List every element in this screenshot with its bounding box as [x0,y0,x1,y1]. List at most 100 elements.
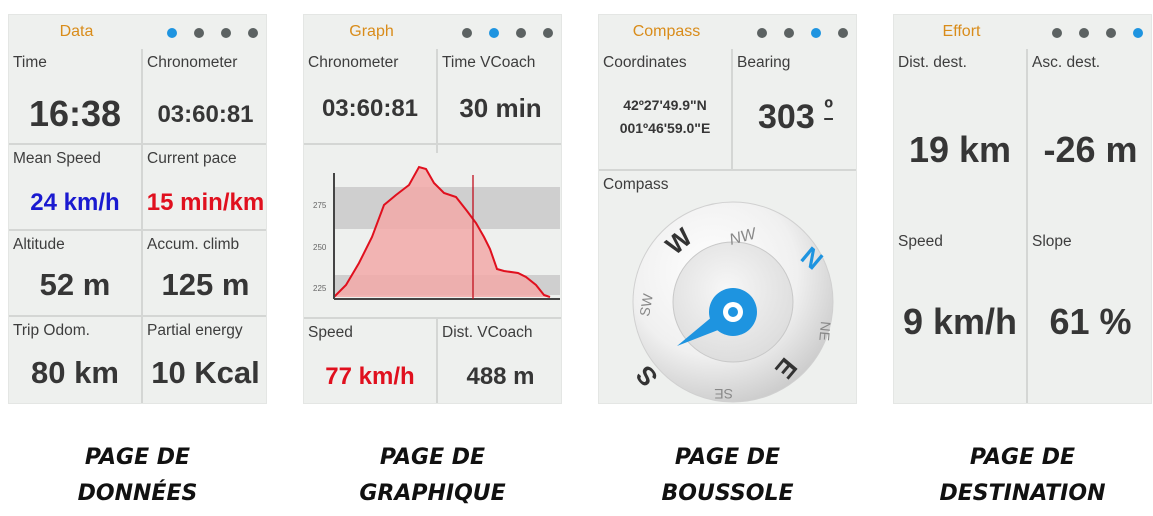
field-label: Current pace [147,150,237,167]
field-label: Speed [898,233,943,250]
field-label: Partial energy [147,322,243,339]
southeast-label: SE [714,386,733,402]
page-indicator [462,28,553,38]
graph-page-screen: Graph Chronometer 03:60:81 Time VCoach 3… [303,14,562,404]
page-title: Data [59,23,94,40]
page-dot-4[interactable] [838,28,848,38]
altitude-field: Altitude 52 m [9,229,141,317]
field-value: 16:38 [28,93,122,134]
caption-data-page: PAGE DE DONNÉES [8,440,267,512]
page-title: Effort [942,23,981,40]
field-value: 80 km [31,355,119,390]
page-title: Compass [632,23,701,40]
degree-symbol: º [824,95,833,122]
page-dot-2[interactable] [1079,28,1089,38]
field-label: Chronometer [147,54,238,71]
field-label: Trip Odom. [13,322,90,339]
caption-destination-page: PAGE DE DESTINATION [893,440,1152,512]
data-page-screen: Data Time 16:38 Chronometer 03:60:81 Mea… [8,14,267,404]
coordinates-field: Coordinates 42º27'49.9"N 001º46'59.0"E [599,49,731,169]
bearing-display: 303 º [733,95,856,137]
field-value: 15 min/km [146,189,265,216]
page-dot-3[interactable] [221,28,231,38]
page-indicator [167,28,258,38]
time-vcoach-field: Time VCoach 30 min [436,49,561,153]
partial-energy-field: Partial energy 10 Kcal [141,315,266,403]
page-dot-2[interactable] [194,28,204,38]
page-title: Graph [349,23,394,40]
field-label: Coordinates [603,54,687,71]
field-value: 125 m [161,267,250,302]
caption-graph-page: PAGE DE GRAPHIQUE [303,440,562,512]
caption-line: BOUSSOLE [661,481,794,506]
compass-panel: Compass N NW W SW S SE E NE [599,169,856,403]
chronometer-field: Chronometer 03:60:81 [304,49,436,153]
caption-line: PAGE DE [84,445,191,470]
time-field: Time 16:38 [9,49,141,152]
page-dot-3[interactable] [516,28,526,38]
field-value: 9 km/h [902,301,1018,342]
accum-climb-field: Accum. climb 125 m [141,229,266,317]
field-value: 488 m [466,363,535,390]
field-label: Altitude [13,236,65,253]
current-pace-field: Current pace 15 min/km [141,143,266,231]
speed-field: Speed 77 km/h [304,317,436,403]
slope-field: Slope 61 % [1026,229,1151,403]
field-label: Accum. climb [147,236,240,253]
field-label: Time VCoach [442,54,536,71]
y-tick-label: 225 [313,284,327,293]
page-header: Data [9,15,266,49]
page-dot-3[interactable] [1106,28,1116,38]
northeast-label: NE [816,321,834,342]
page-dot-2[interactable] [784,28,794,38]
compass-rose: N NW W SW S SE E NE [629,201,834,403]
caption-line: PAGE DE [674,445,781,470]
caption-line: PAGE DE [969,445,1076,470]
field-value: -26 m [1043,129,1138,170]
page-dot-2[interactable] [489,28,499,38]
field-label: Dist. dest. [898,54,967,71]
chronometer-field: Chronometer 03:60:81 [141,49,266,152]
page-header: Graph [304,15,561,49]
field-value: 03:60:81 [157,101,254,128]
page-header: Effort [894,15,1151,49]
field-value: 61 % [1049,301,1132,342]
field-label: Slope [1032,233,1072,250]
page-dot-3[interactable] [811,28,821,38]
page-header: Compass [599,15,856,49]
field-label: Asc. dest. [1032,54,1101,71]
page-dot-1[interactable] [167,28,177,38]
field-value: 30 min [459,93,542,123]
trip-odometer-field: Trip Odom. 80 km [9,315,141,403]
page-dot-4[interactable] [248,28,258,38]
field-label: Dist. VCoach [442,324,533,341]
altitude-profile-svg: 275 250 225 [313,165,560,300]
page-dot-4[interactable] [543,28,553,38]
page-dot-4[interactable] [1133,28,1143,38]
page-dot-1[interactable] [1052,28,1062,38]
field-value: 19 km [908,129,1012,170]
asc-dest-field: Asc. dest. -26 m [1026,49,1151,229]
field-label: Chronometer [308,54,399,71]
caption-line: PAGE DE [379,445,486,470]
caption-line: GRAPHIQUE [359,481,506,506]
destination-page-screen: Effort Dist. dest. 19 km Asc. dest. -26 … [893,14,1152,404]
altitude-profile-graph: 275 250 225 [304,143,561,319]
page-indicator [1052,28,1143,38]
y-tick-label: 250 [313,243,327,252]
bearing-value: 303 [758,98,815,136]
latitude-value: 42º27'49.9"N [623,97,707,113]
field-value: 03:60:81 [321,95,419,122]
speed-field: Speed 9 km/h [894,229,1026,403]
page-indicator [757,28,848,38]
y-tick-label: 275 [313,201,327,210]
field-label: Time [13,54,47,71]
page-dot-1[interactable] [757,28,767,38]
dist-vcoach-field: Dist. VCoach 488 m [436,317,561,403]
field-label: Speed [308,324,353,341]
caption-line: DONNÉES [77,481,198,506]
dist-dest-field: Dist. dest. 19 km [894,49,1026,229]
page-dot-1[interactable] [462,28,472,38]
caption-compass-page: PAGE DE BOUSSOLE [598,440,857,512]
field-label: Mean Speed [13,150,101,167]
